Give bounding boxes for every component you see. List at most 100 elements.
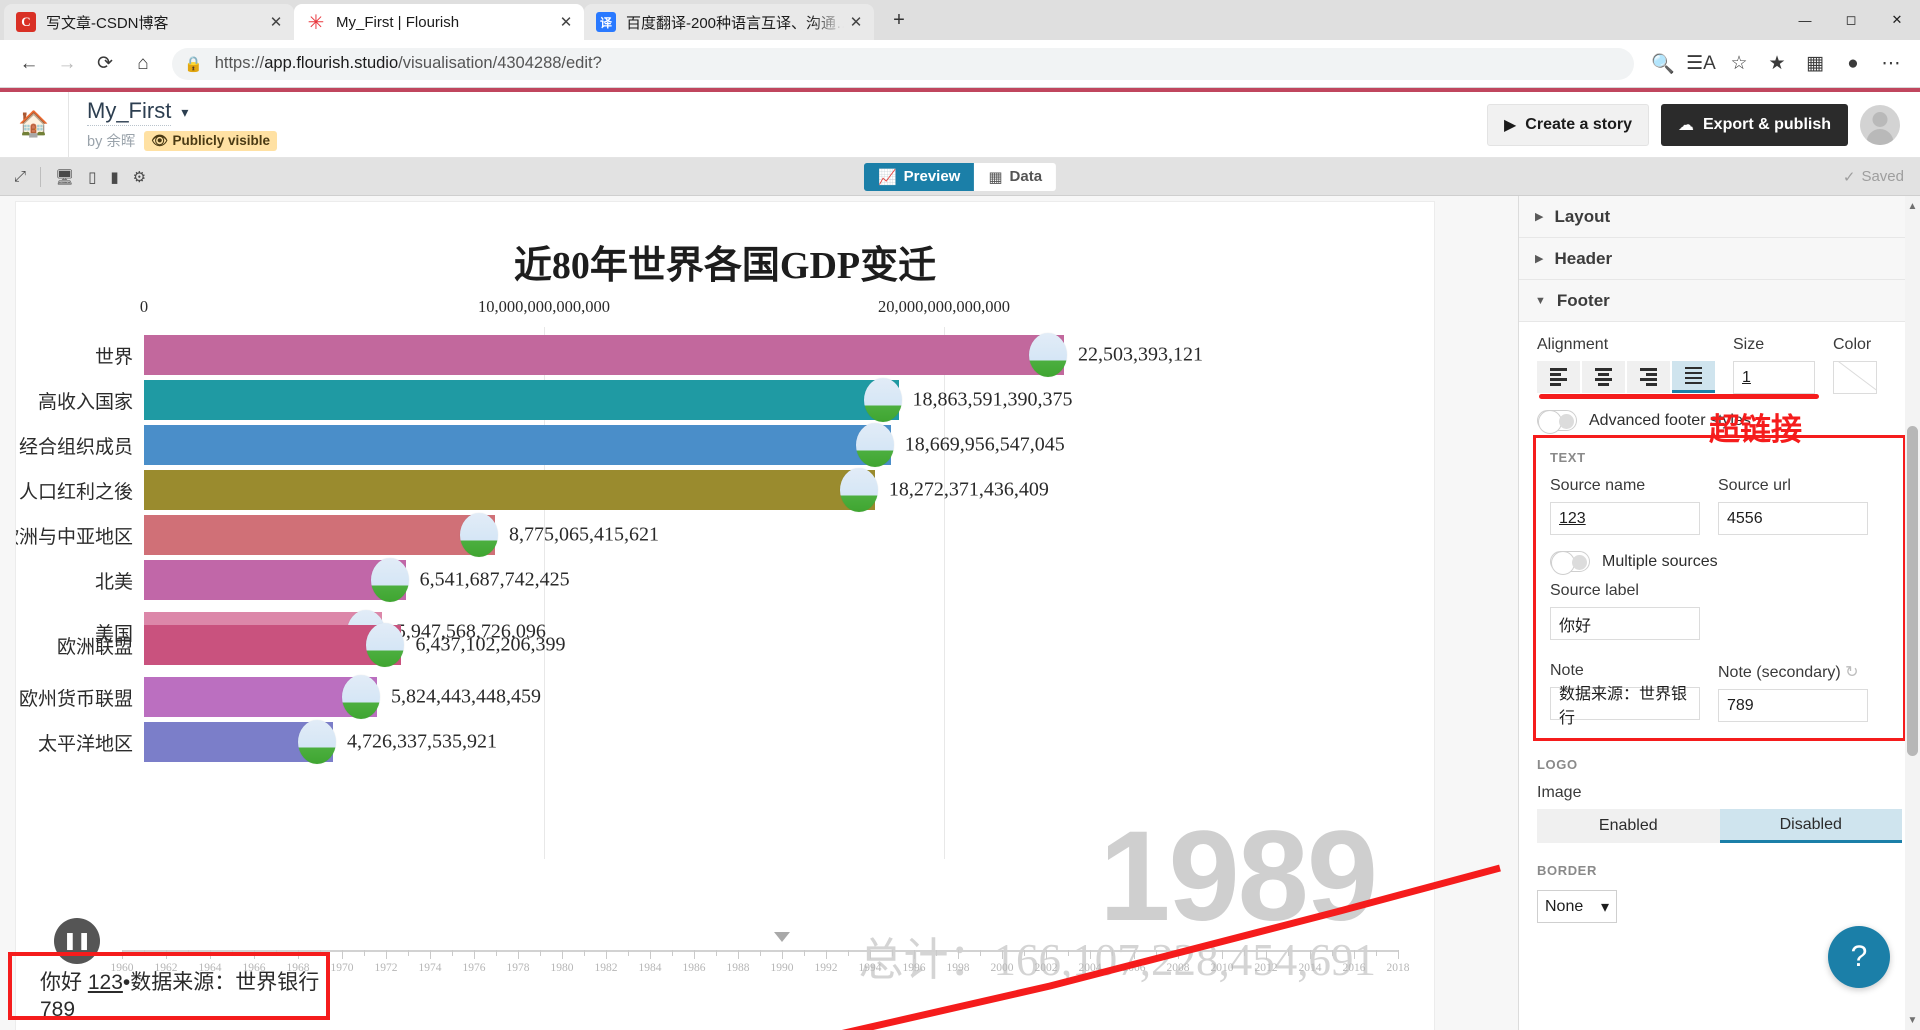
chart-title: 近80年世界各国GDP变迁 — [513, 245, 937, 287]
bar[interactable] — [144, 470, 875, 510]
bar[interactable] — [144, 335, 1064, 375]
close-icon[interactable]: ✕ — [844, 10, 868, 34]
new-tab-button[interactable]: + — [882, 3, 916, 37]
bar-flag-icon — [460, 513, 498, 557]
bar-track: 18,669,956,547,045 — [144, 423, 1434, 467]
favorite-star-icon[interactable]: ☆ — [1720, 45, 1758, 83]
timeline-handle[interactable] — [774, 932, 790, 942]
read-aloud-icon[interactable]: ☰A — [1682, 45, 1720, 83]
multiple-sources-label: Multiple sources — [1602, 552, 1718, 570]
desktop-icon[interactable]: 🖥 — [55, 168, 74, 186]
minimize-icon[interactable]: — — [1782, 0, 1828, 40]
bar-row[interactable]: 太平洋地区 4,726,337,535,921 — [16, 720, 1434, 764]
bar-row[interactable]: 人口红利之後 18,272,371,436,409 — [16, 468, 1434, 512]
accordion-header-label: Header — [1554, 248, 1613, 268]
bar-row[interactable]: 经合组织成员 18,669,956,547,045 — [16, 423, 1434, 467]
multiple-sources-row[interactable]: Multiple sources — [1550, 551, 1889, 575]
note-field: Note 数据来源：世界银行 — [1550, 662, 1700, 727]
zoom-icon[interactable]: 🔍 — [1644, 45, 1682, 83]
close-window-icon[interactable]: ✕ — [1874, 0, 1920, 40]
source-url-input[interactable]: 4556 — [1718, 502, 1868, 535]
source-name-input[interactable]: 123 — [1550, 502, 1700, 535]
note-secondary-input[interactable]: 789 — [1718, 689, 1868, 722]
multiple-sources-toggle[interactable] — [1550, 551, 1590, 575]
extensions-icon[interactable]: ▦ — [1796, 45, 1834, 83]
settings-panel: ▶ Layout ▶ Header ▼ Footer Alignment Siz… — [1518, 196, 1920, 1030]
size-label: Size — [1733, 336, 1765, 353]
bar-row[interactable]: 北美 6,541,687,742,425 — [16, 558, 1434, 602]
timeline-minor-tick — [650, 950, 651, 956]
panel-scrollbar[interactable]: ▲ ▼ — [1905, 196, 1920, 1030]
mobile-icon[interactable]: ▮ — [110, 168, 118, 186]
tab-preview[interactable]: 📈 Preview — [863, 162, 975, 191]
bar-row[interactable]: 欧州货币联盟 5,824,443,448,459 — [16, 675, 1434, 719]
image-enabled-option[interactable]: Enabled — [1537, 809, 1720, 843]
align-right-icon[interactable] — [1627, 361, 1670, 393]
align-left-icon[interactable] — [1537, 361, 1580, 393]
timeline-tick-label: 2012 — [1254, 962, 1278, 974]
status-badge[interactable]: 👁 Publicly visible — [144, 130, 278, 151]
csdn-icon: C — [16, 12, 36, 32]
tab-data-label: Data — [1009, 168, 1043, 185]
forward-icon[interactable]: → — [48, 45, 86, 83]
note-input[interactable]: 数据来源：世界银行 — [1550, 686, 1700, 727]
reload-icon[interactable]: ⟳ — [86, 45, 124, 83]
bar-row[interactable]: 欧洲与中亚地区 8,775,065,415,621 — [16, 513, 1434, 557]
size-input[interactable]: 1 — [1733, 361, 1815, 394]
bar[interactable] — [144, 380, 899, 420]
annotation-footer-box — [8, 952, 330, 1020]
flourish-home-button[interactable]: 🏠 — [0, 91, 69, 158]
advanced-footer-styles-toggle[interactable] — [1537, 410, 1577, 434]
bar-row[interactable]: 高收入国家 18,863,591,390,375 — [16, 378, 1434, 422]
accordion-layout[interactable]: ▶ Layout — [1519, 196, 1920, 238]
bar[interactable] — [144, 515, 495, 555]
avatar[interactable] — [1860, 104, 1900, 145]
home-icon: 🏠 — [18, 110, 50, 138]
scrollbar-thumb[interactable] — [1907, 426, 1918, 756]
bar[interactable] — [144, 560, 406, 600]
scroll-down-arrow-icon[interactable]: ▼ — [1905, 1012, 1920, 1028]
baidu-translate-icon: 译 — [596, 12, 616, 32]
scroll-up-arrow-icon[interactable]: ▲ — [1905, 198, 1920, 214]
address-bar[interactable]: 🔒 https://app.flourish.studio/visualisat… — [172, 47, 1634, 80]
tablet-icon[interactable]: ▯ — [88, 168, 96, 186]
bar-row[interactable]: 欧洲联盟 6,437,102,206,399 — [16, 623, 1434, 667]
tab-data[interactable]: ▦ Data — [974, 162, 1057, 191]
export-publish-button[interactable]: ☁ Export & publish — [1661, 103, 1848, 146]
collections-icon[interactable]: ★ — [1758, 45, 1796, 83]
timeline-minor-tick — [958, 950, 959, 956]
accordion-footer[interactable]: ▼ Footer — [1519, 280, 1920, 322]
fullscreen-icon[interactable]: ⤢ — [14, 168, 26, 185]
create-story-button[interactable]: ▶ Create a story — [1486, 103, 1649, 146]
timeline-minor-tick — [1332, 950, 1333, 956]
bar[interactable] — [144, 625, 402, 665]
table-icon: ▦ — [988, 168, 1003, 186]
browser-tab-title: 百度翻译-200种语言互译、沟通… — [626, 14, 844, 32]
gear-icon[interactable]: ⚙ — [133, 168, 146, 186]
align-center-icon[interactable] — [1582, 361, 1625, 393]
reset-icon[interactable]: ↻ — [1845, 664, 1858, 681]
color-picker-swatch[interactable] — [1833, 361, 1877, 394]
browser-tab-2[interactable]: ✳ My_First | Flourish ✕ — [294, 4, 584, 40]
profile-icon[interactable]: ● — [1834, 45, 1872, 83]
back-icon[interactable]: ← — [10, 45, 48, 83]
page-title[interactable]: My_First — [87, 98, 172, 126]
maximize-icon[interactable]: ◻ — [1828, 0, 1874, 40]
bar-row[interactable]: 世界 22,503,393,121 — [16, 333, 1434, 377]
close-icon[interactable]: ✕ — [264, 10, 288, 34]
home-icon[interactable]: ⌂ — [124, 45, 162, 83]
accordion-header[interactable]: ▶ Header — [1519, 238, 1920, 280]
bar-value-label: 22,503,393,121 — [1078, 343, 1203, 366]
more-icon[interactable]: ⋯ — [1872, 45, 1910, 83]
help-button[interactable]: ? — [1828, 926, 1890, 988]
bar[interactable] — [144, 425, 891, 465]
close-icon[interactable]: ✕ — [554, 10, 578, 34]
image-disabled-option[interactable]: Disabled — [1719, 809, 1902, 843]
chevron-down-icon[interactable]: ▾ — [181, 104, 188, 121]
browser-tab-1[interactable]: C 写文章-CSDN博客 ✕ — [4, 4, 294, 40]
bar-flag-icon — [366, 623, 405, 667]
border-select[interactable]: None ▾ — [1537, 890, 1617, 923]
align-justify-icon[interactable] — [1672, 361, 1715, 393]
source-label-input[interactable]: 你好 — [1550, 607, 1700, 640]
browser-tab-3[interactable]: 译 百度翻译-200种语言互译、沟通… ✕ — [584, 4, 874, 40]
